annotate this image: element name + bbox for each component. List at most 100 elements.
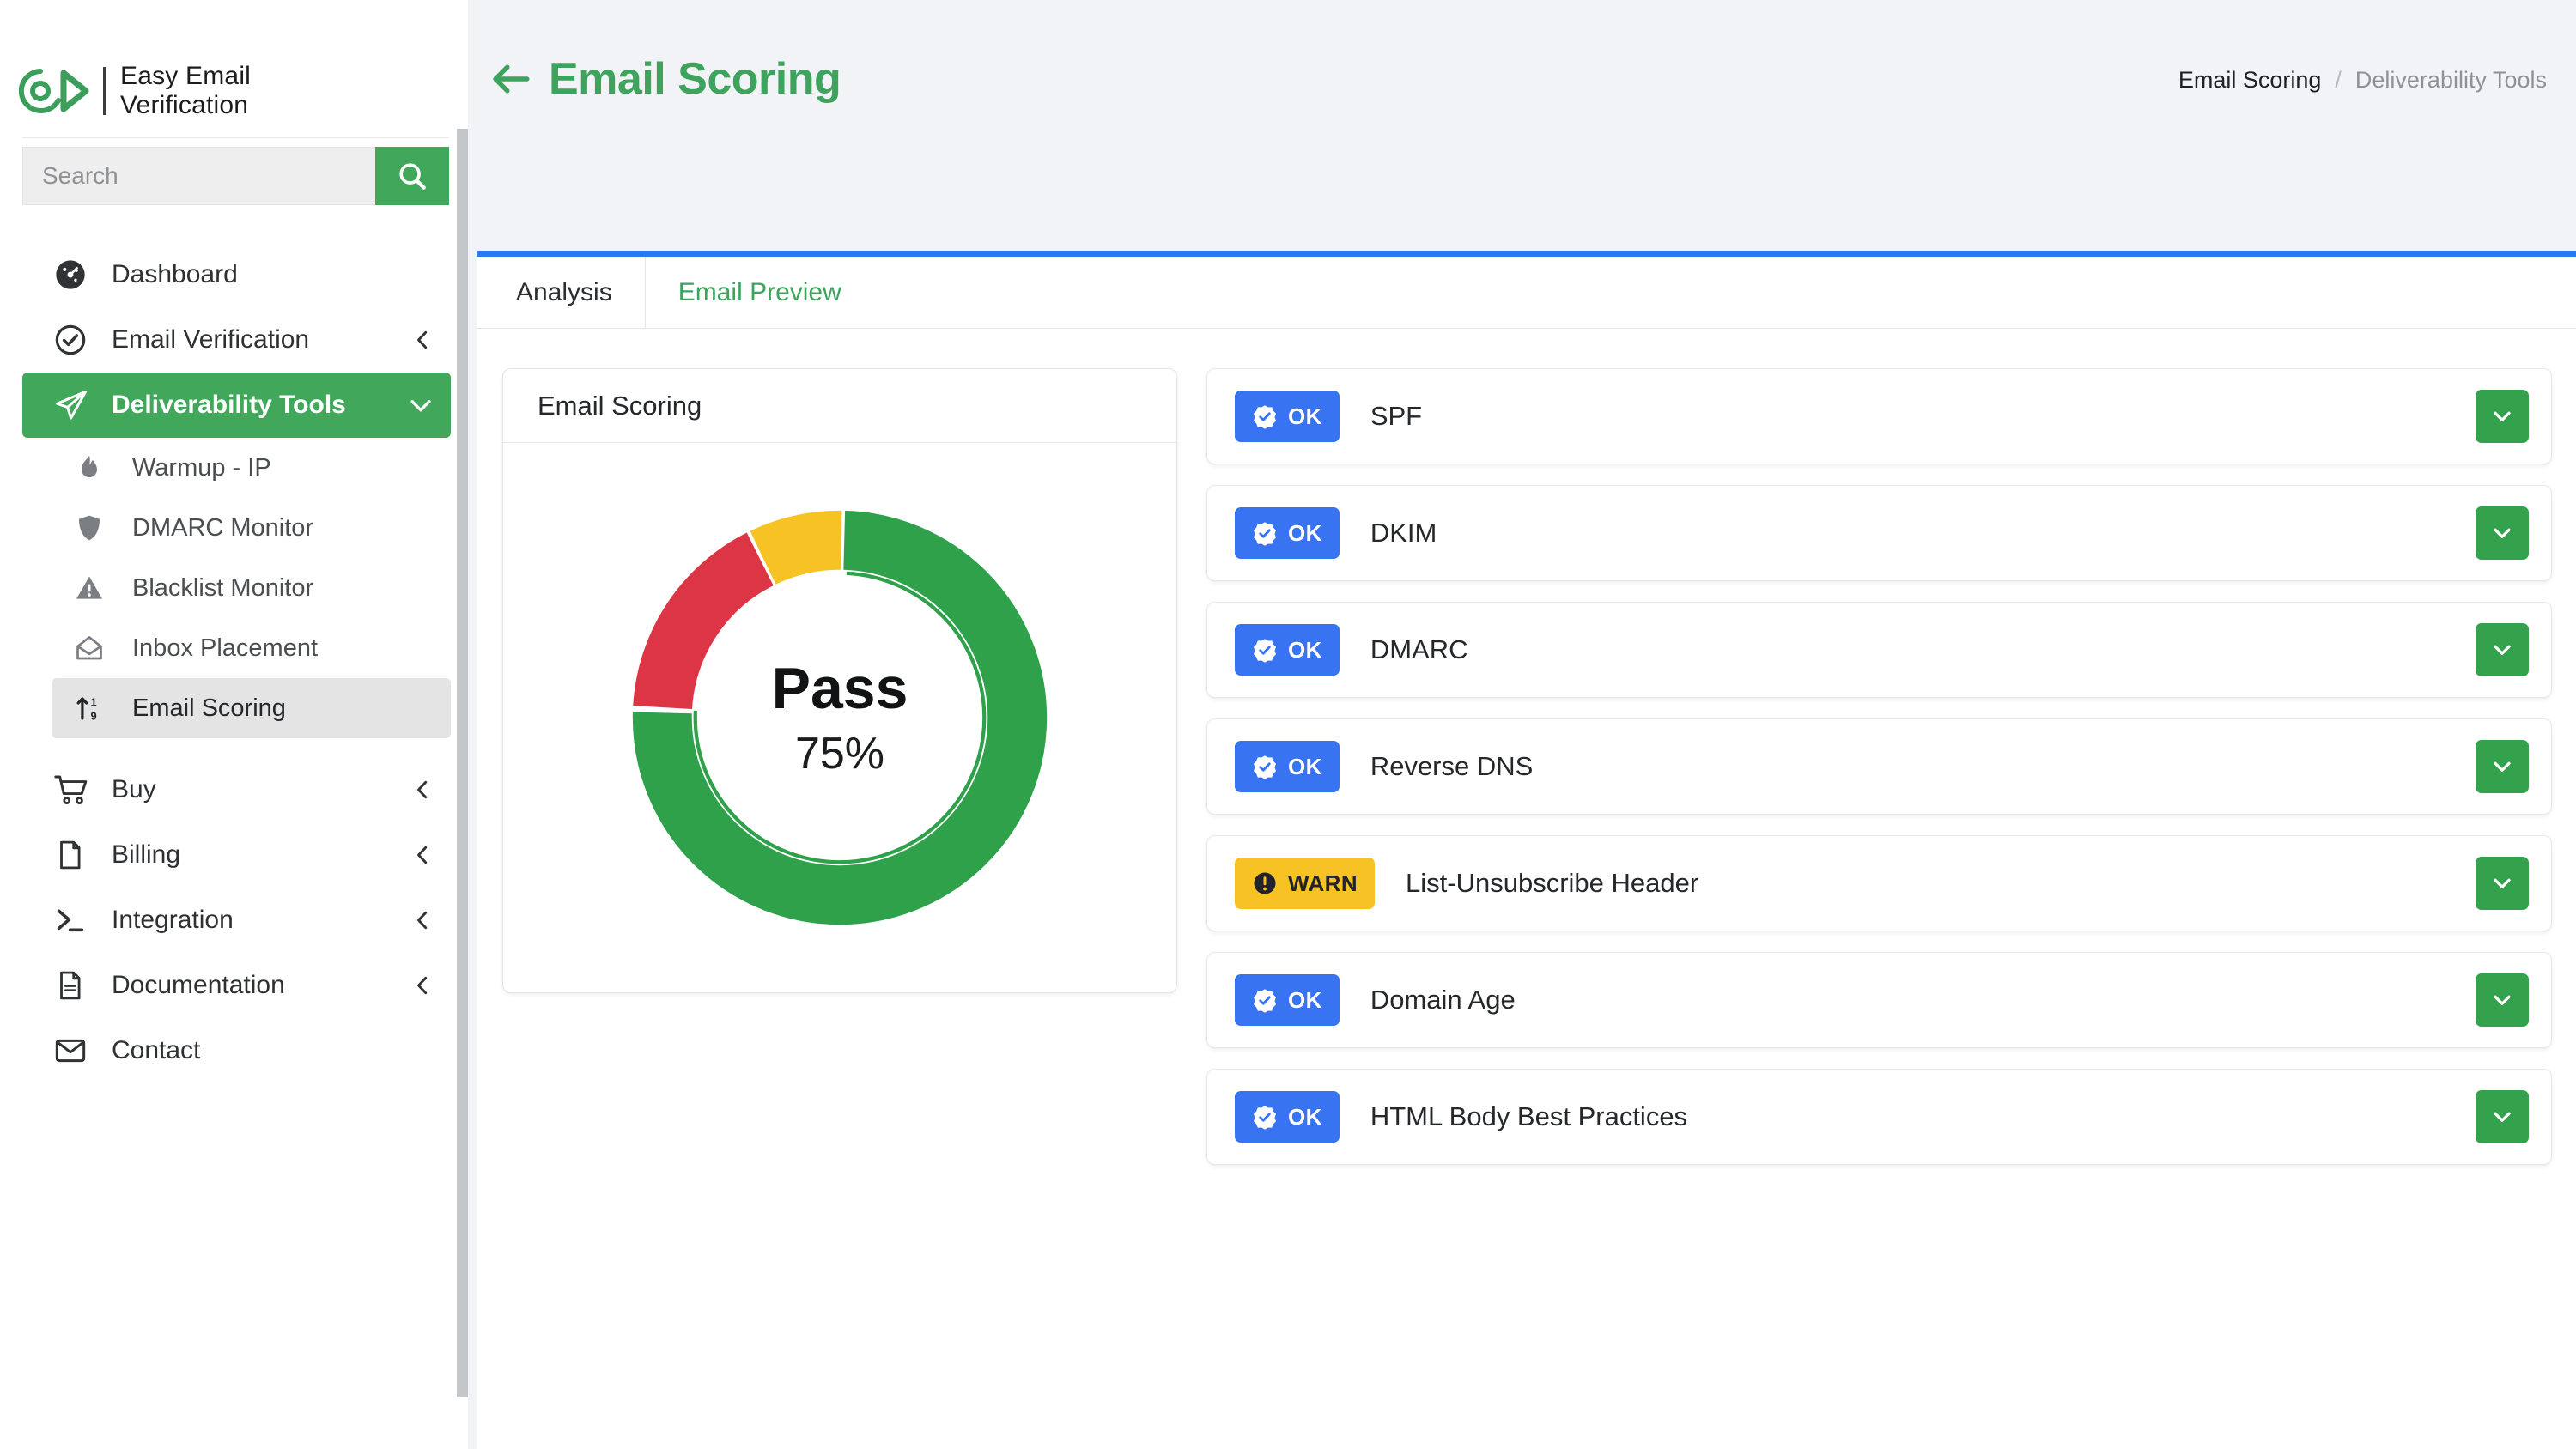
expand-button[interactable] [2476, 1090, 2529, 1143]
chevron-left-icon[interactable] [410, 907, 435, 933]
status-badge: OK [1235, 1091, 1340, 1143]
check-name: DMARC [1370, 634, 1468, 664]
search-row [22, 137, 449, 205]
status-badge: OK [1235, 624, 1340, 676]
chevron-down-icon [2489, 1104, 2515, 1130]
sidebar-item-documentation[interactable]: Documentation [22, 953, 451, 1018]
status-badge: OK [1235, 391, 1340, 442]
arrow-left-icon[interactable] [489, 59, 533, 99]
brand-logo[interactable]: Easy Email Verification [0, 0, 468, 137]
expand-button[interactable] [2476, 506, 2529, 560]
sidebar-item-label: Warmup - IP [132, 453, 271, 482]
sidebar-item-label: Email Scoring [132, 694, 286, 722]
expand-button[interactable] [2476, 740, 2529, 793]
check-row-dkim[interactable]: OK DKIM [1206, 485, 2552, 581]
sidebar-item-label: Buy [112, 775, 156, 803]
chevron-left-icon[interactable] [410, 777, 435, 803]
page-title[interactable]: Email Scoring [489, 53, 841, 105]
sidebar-nav: Dashboard Email Verification Deliverabil… [0, 242, 468, 1083]
tab-email-preview[interactable]: Email Preview [645, 257, 874, 328]
check-circle-icon [53, 323, 93, 357]
sidebar-item-label: Contact [112, 1036, 201, 1064]
page-title-text: Email Scoring [549, 54, 841, 104]
at-arrow-logo-icon [19, 68, 91, 114]
status-badge-label: OK [1288, 403, 1322, 429]
analysis-content: Email Scoring Pass 75% OK SPF OK DKIM OK… [477, 329, 2576, 1165]
chevron-left-icon[interactable] [410, 842, 435, 868]
sidebar-item-integration[interactable]: Integration [22, 888, 451, 953]
tab-analysis[interactable]: Analysis [483, 257, 646, 328]
search-button[interactable] [375, 147, 449, 205]
sidebar-item-label: Documentation [112, 971, 285, 999]
sidebar-item-email-verification[interactable]: Email Verification [22, 307, 451, 373]
breadcrumb-parent[interactable]: Deliverability Tools [2355, 67, 2547, 94]
check-name: SPF [1370, 401, 1423, 431]
check-name: Domain Age [1370, 985, 1516, 1015]
paper-plane-icon [53, 387, 93, 423]
sidebar-item-label: DMARC Monitor [132, 513, 314, 542]
sidebar-item-deliverability-tools[interactable]: Deliverability Tools [22, 373, 451, 438]
status-badge: OK [1235, 974, 1340, 1026]
warning-triangle-icon [74, 573, 113, 603]
terminal-icon [53, 903, 93, 937]
brand-line-1: Easy Email [120, 62, 252, 90]
sidebar-item-contact[interactable]: Contact [22, 1018, 451, 1083]
sidebar-item-dmarc-monitor[interactable]: DMARC Monitor [52, 498, 451, 558]
check-row-reverse-dns[interactable]: OK Reverse DNS [1206, 718, 2552, 815]
sidebar-item-label: Blacklist Monitor [132, 573, 314, 602]
shield-icon [74, 512, 113, 543]
expand-button[interactable] [2476, 390, 2529, 443]
document-lines-icon [53, 969, 93, 1002]
sidebar-item-label: Billing [112, 840, 181, 869]
chevron-down-icon[interactable] [406, 391, 435, 420]
chevron-down-icon [2489, 637, 2515, 663]
status-badge: WARN [1235, 858, 1376, 909]
check-row-list-unsubscribe-header[interactable]: WARN List-Unsubscribe Header [1206, 835, 2552, 931]
sidebar-item-blacklist-monitor[interactable]: Blacklist Monitor [52, 558, 451, 618]
check-row-html-body-best-practices[interactable]: OK HTML Body Best Practices [1206, 1069, 2552, 1165]
sidebar-item-label: Integration [112, 906, 234, 934]
sidebar-scrollbar-thumb[interactable] [457, 129, 468, 1397]
check-row-spf[interactable]: OK SPF [1206, 368, 2552, 464]
flame-icon [74, 452, 113, 483]
search-input[interactable] [22, 147, 375, 205]
check-circle-icon [1252, 403, 1278, 429]
chevron-left-icon[interactable] [410, 973, 435, 998]
chevron-down-icon [2489, 870, 2515, 896]
expand-button[interactable] [2476, 623, 2529, 676]
brand-name: Easy Email Verification [120, 62, 251, 120]
chevron-down-icon [2489, 987, 2515, 1013]
tab-panel: Analysis Email Preview Email Scoring Pas… [477, 251, 2576, 1449]
check-name: Reverse DNS [1370, 751, 1534, 781]
check-row-dmarc[interactable]: OK DMARC [1206, 602, 2552, 698]
expand-button[interactable] [2476, 857, 2529, 910]
check-circle-icon [1252, 1104, 1278, 1130]
sidebar-item-inbox-placement[interactable]: Inbox Placement [52, 618, 451, 678]
check-name: List-Unsubscribe Header [1406, 868, 1699, 898]
status-badge-label: OK [1288, 519, 1322, 546]
main-content: Email Scoring Email Scoring / Deliverabi… [468, 0, 2576, 1449]
status-badge: OK [1235, 507, 1340, 559]
chevron-left-icon[interactable] [410, 327, 435, 353]
chevron-down-icon [2489, 754, 2515, 779]
breadcrumb: Email Scoring / Deliverability Tools [2178, 53, 2547, 94]
sidebar: Easy Email Verification Search Dashboard… [0, 0, 468, 1449]
app-root: Easy Email Verification Search Dashboard… [0, 0, 2576, 1449]
sidebar-item-buy[interactable]: Buy [22, 757, 451, 822]
sidebar-item-label: Inbox Placement [132, 634, 319, 662]
cart-icon [53, 772, 93, 808]
sidebar-item-dashboard[interactable]: Dashboard [22, 242, 451, 307]
check-circle-icon [1252, 637, 1278, 663]
check-circle-icon [1252, 754, 1278, 779]
status-badge-label: OK [1288, 753, 1322, 779]
email-scoring-chart: Pass 75% [503, 443, 1176, 992]
sidebar-item-email-scoring[interactable]: 1 9 Email Scoring [52, 678, 451, 738]
status-badge-label: WARN [1288, 870, 1358, 896]
expand-button[interactable] [2476, 973, 2529, 1027]
dashboard-icon [53, 258, 93, 292]
sidebar-item-warmup-ip[interactable]: Warmup - IP [52, 438, 451, 498]
breadcrumb-current[interactable]: Email Scoring [2178, 67, 2322, 94]
sidebar-item-billing[interactable]: Billing [22, 822, 451, 888]
check-row-domain-age[interactable]: OK Domain Age [1206, 952, 2552, 1048]
